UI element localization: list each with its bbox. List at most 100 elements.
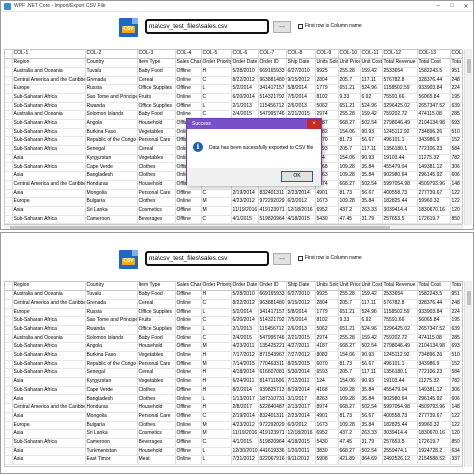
table-cell[interactable]: Burkina Faso (85, 128, 138, 138)
table-cell[interactable]: 90.93 (360, 377, 383, 387)
table-row[interactable]: AsiaKyrgyzstanVegetablesOnlineH6/24/2011… (5, 377, 462, 387)
table-cell[interactable]: 2/4/2015 (231, 334, 259, 344)
table-cell[interactable]: 2533654 (382, 67, 418, 77)
row-selector[interactable] (5, 102, 13, 112)
table-cell[interactable]: 75591.66 (382, 93, 418, 103)
table-cell[interactable]: 263.33 (360, 206, 383, 216)
table-cell[interactable]: Clothes (137, 197, 176, 207)
table-cell[interactable]: 263.33 (360, 429, 383, 439)
row-selector[interactable] (5, 455, 13, 465)
table-cell[interactable]: Sub-Saharan Africa (12, 325, 86, 335)
table-cell[interactable]: 7/27/2012 (286, 351, 316, 361)
table-cell[interactable]: 524.96 (360, 102, 383, 112)
table-cell[interactable]: Item Type (137, 58, 176, 68)
table-cell[interactable]: 2/6/2013 (286, 325, 316, 335)
table-cell[interactable]: 120 (450, 429, 462, 439)
table-cell[interactable]: Sub-Saharan Africa (12, 386, 86, 396)
table-cell[interactable]: Australia and Oceania (12, 334, 86, 344)
table-cell[interactable]: Online (175, 368, 202, 379)
table-cell[interactable]: 963881480 (258, 299, 287, 309)
table-cell[interactable]: 651.21 (338, 325, 361, 335)
table-cell[interactable]: Kyrgyzstan (85, 377, 138, 387)
table-cell[interactable]: 5430 (315, 215, 339, 224)
column-header[interactable]: Ship Date (286, 282, 316, 292)
table-cell[interactable]: Europe (12, 197, 86, 207)
table-cell[interactable]: 951 (450, 67, 462, 77)
table-cell[interactable]: Fruits (137, 316, 176, 326)
table-cell[interactable]: Personal Care (137, 136, 176, 147)
row-selector[interactable] (5, 67, 13, 77)
table-row[interactable]: Australia and Oceania Tuvalu Baby Food Offl… (5, 67, 462, 77)
column-header[interactable]: COL-6 (231, 50, 259, 60)
table-cell[interactable]: 47.45 (338, 438, 361, 448)
table-cell[interactable]: 248 (450, 76, 462, 86)
table-cell[interactable]: 759202.72 (382, 334, 418, 344)
table-cell[interactable]: 606 (450, 394, 462, 405)
table-row[interactable]: Central America and the Caribbean Grenada… (5, 76, 462, 86)
table-cell[interactable]: Order Date (231, 58, 259, 68)
column-header[interactable]: COL-5 (201, 50, 232, 60)
table-cell[interactable]: 148 (450, 403, 462, 413)
table-cell[interactable]: Online (175, 93, 202, 103)
table-cell[interactable]: 772106.23 (417, 368, 451, 379)
table-cell[interactable]: 668.27 (338, 403, 361, 413)
table-cell[interactable]: Offline (175, 290, 202, 300)
table-cell[interactable]: Rwanda (85, 102, 138, 112)
minimize-icon[interactable]: – (431, 1, 445, 12)
table-cell[interactable]: Bulgaria (85, 421, 138, 431)
table-cell[interactable]: 285 (450, 334, 462, 344)
row-selector[interactable] (5, 189, 13, 199)
table-row[interactable]: Europe Russia Office Supplies Offline L 5/2/2… (5, 308, 462, 318)
table-cell[interactable]: 122 (450, 412, 462, 422)
table-cell[interactable]: M (201, 360, 232, 370)
row-selector[interactable] (5, 84, 13, 94)
table-row[interactable]: Europe Bulgaria Clothes Online M 4/23/2012 972… (5, 421, 462, 431)
table-cell[interactable]: Vegetables (137, 351, 176, 361)
table-cell[interactable]: 109.28 (338, 197, 361, 207)
vertical-scrollbar[interactable] (464, 281, 472, 467)
table-cell[interactable]: 951 (450, 290, 462, 300)
table-cell[interactable]: 109.28 (338, 386, 361, 396)
horizontal-scrollbar[interactable] (4, 225, 463, 229)
file-path-input[interactable]: ma\csv_test_files\sales.csv (145, 19, 269, 34)
table-cell[interactable]: 122 (450, 189, 462, 199)
table-cell[interactable]: 148 (450, 180, 462, 190)
table-cell[interactable]: 159.42 (360, 290, 383, 300)
table-cell[interactable]: 2657347.52 (417, 325, 451, 335)
table-cell[interactable]: Vegetables (137, 377, 176, 387)
table-row[interactable]: Sub-Saharan Africa Cameroon Beverages Offli… (5, 215, 462, 224)
table-cell[interactable]: Cape Verde (85, 386, 138, 396)
table-cell[interactable]: 8/25/2015 (286, 360, 316, 370)
table-cell[interactable]: 2104134.98 (417, 119, 451, 129)
table-cell[interactable]: 9925 (315, 67, 339, 77)
table-cell[interactable]: 651.21 (338, 308, 361, 318)
table-cell[interactable]: Online (175, 455, 202, 465)
table-cell[interactable]: 59960.32 (417, 421, 451, 431)
table-cell[interactable]: 524.96 (360, 325, 383, 335)
table-cell[interactable]: 8/22/2012 (231, 76, 259, 86)
table-cell[interactable]: 35.84 (360, 386, 383, 396)
table-cell[interactable]: Asia (12, 429, 86, 439)
table-row[interactable]: Europe Bulgaria Clothes Online M 4/23/2012 972… (5, 197, 462, 207)
table-cell[interactable]: C (201, 299, 232, 309)
table-cell[interactable]: Offline (175, 342, 202, 352)
table-cell[interactable]: 1/20/2011 (286, 447, 316, 457)
table-cell[interactable]: Sao Tome and Principe (85, 316, 138, 326)
row-selector[interactable] (5, 421, 13, 431)
table-row[interactable]: Sub-Saharan Africa Angola Household Offline… (5, 342, 462, 352)
table-row[interactable]: AsiaBangladeshClothesOnlineL1/13/2017187… (5, 394, 462, 405)
table-cell[interactable]: 1158502.59 (382, 308, 418, 318)
row-selector[interactable] (5, 447, 13, 457)
table-cell[interactable]: 11/19/2016 (231, 429, 259, 439)
table-cell[interactable]: 5997054.98 (382, 403, 418, 413)
table-row[interactable]: Sub-Saharan Africa Sao Tome and Principe F… (5, 93, 462, 103)
table-cell[interactable]: 1673 (315, 421, 339, 431)
table-cell[interactable]: 6/27/2010 (286, 290, 316, 300)
table-cell[interactable]: 306 (450, 386, 462, 396)
table-cell[interactable]: 8/19/2014 (286, 386, 316, 396)
table-cell[interactable]: Tuvalu (85, 290, 138, 300)
table-cell[interactable]: Vegetables (137, 154, 176, 164)
table-cell[interactable]: 159.42 (360, 110, 383, 120)
table-cell[interactable]: 154.06 (338, 351, 361, 361)
table-cell[interactable]: 35.84 (360, 394, 383, 405)
